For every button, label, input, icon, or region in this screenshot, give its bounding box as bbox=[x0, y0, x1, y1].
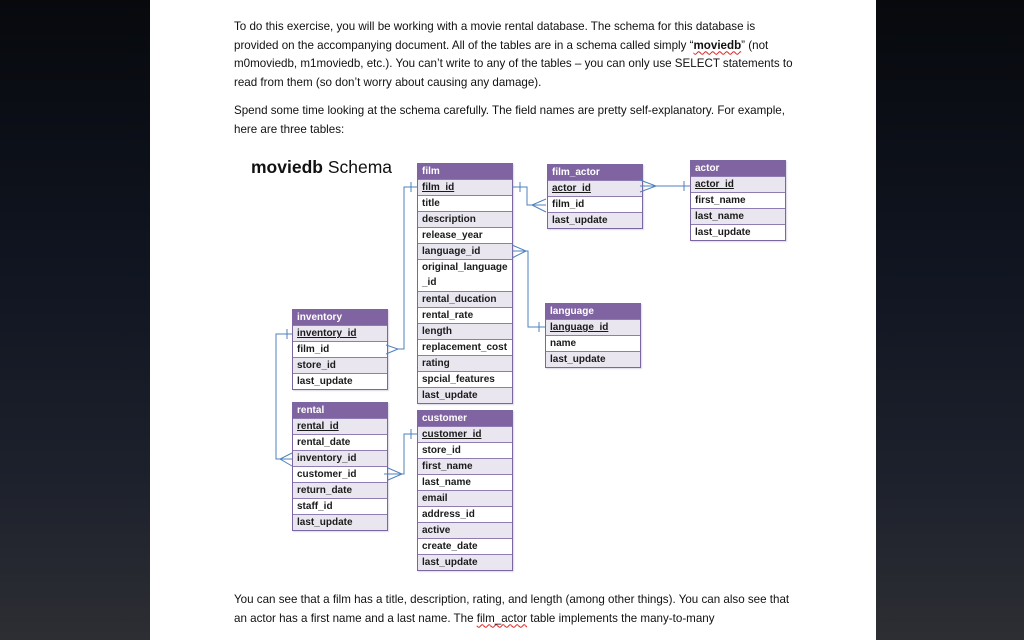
table-header: customer bbox=[418, 411, 512, 426]
schema-title: moviedb Schema bbox=[251, 157, 392, 178]
intro-paragraph: To do this exercise, you will be working… bbox=[234, 18, 794, 92]
table-field: last_name bbox=[691, 208, 785, 224]
table-field: film_id bbox=[548, 196, 642, 212]
table-header: film_actor bbox=[548, 165, 642, 180]
table-field: release_year bbox=[418, 227, 512, 243]
table-field: rating bbox=[418, 355, 512, 371]
table-actor: actor actor_id first_name last_name last… bbox=[690, 160, 786, 241]
table-field: rental_date bbox=[293, 434, 387, 450]
film-actor-word: film_actor bbox=[476, 611, 528, 625]
table-header: rental bbox=[293, 403, 387, 418]
table-field: rental_rate bbox=[418, 307, 512, 323]
table-customer: customer customer_id store_id first_name… bbox=[417, 410, 513, 571]
table-field: staff_id bbox=[293, 498, 387, 514]
table-field: last_update bbox=[418, 387, 512, 403]
table-field: original_language _id bbox=[418, 259, 512, 291]
table-field: first_name bbox=[691, 192, 785, 208]
table-field: last_name bbox=[418, 474, 512, 490]
table-field: actor_id bbox=[691, 176, 785, 192]
table-field: active bbox=[418, 522, 512, 538]
table-field: last_update bbox=[293, 373, 387, 389]
table-field: language_id bbox=[418, 243, 512, 259]
table-field: length bbox=[418, 323, 512, 339]
table-language: language language_id name last_update bbox=[545, 303, 641, 368]
table-field: spcial_features bbox=[418, 371, 512, 387]
document-page: To do this exercise, you will be working… bbox=[150, 0, 876, 640]
table-field: return_date bbox=[293, 482, 387, 498]
table-field: customer_id bbox=[418, 426, 512, 442]
schema-title-rest: Schema bbox=[322, 157, 393, 177]
table-field: create_date bbox=[418, 538, 512, 554]
table-header: language bbox=[546, 304, 640, 319]
table-field: last_update bbox=[691, 224, 785, 240]
table-field: name bbox=[546, 335, 640, 351]
table-field: customer_id bbox=[293, 466, 387, 482]
table-field: description bbox=[418, 211, 512, 227]
table-header: actor bbox=[691, 161, 785, 176]
closing-paragraph: You can see that a film has a title, des… bbox=[234, 591, 804, 628]
table-field: rental_ducation bbox=[418, 291, 512, 307]
table-field: address_id bbox=[418, 506, 512, 522]
table-rental: rental rental_id rental_date inventory_i… bbox=[292, 402, 388, 531]
table-field: email bbox=[418, 490, 512, 506]
table-field: actor_id bbox=[548, 180, 642, 196]
table-field: inventory_id bbox=[293, 325, 387, 341]
second-paragraph: Spend some time looking at the schema ca… bbox=[234, 104, 785, 136]
table-field: film_id bbox=[418, 179, 512, 195]
table-field: film_id bbox=[293, 341, 387, 357]
schema-title-bold: moviedb bbox=[251, 157, 323, 177]
table-field: last_update bbox=[293, 514, 387, 530]
closing-text-2: table implements the many-to-many bbox=[527, 611, 715, 625]
table-inventory: inventory inventory_id film_id store_id … bbox=[292, 309, 388, 390]
table-film-actor: film_actor actor_id film_id last_update bbox=[547, 164, 643, 229]
table-field: store_id bbox=[418, 442, 512, 458]
table-header: inventory bbox=[293, 310, 387, 325]
table-field: replacement_cost bbox=[418, 339, 512, 355]
table-field: store_id bbox=[293, 357, 387, 373]
table-field: inventory_id bbox=[293, 450, 387, 466]
table-field: last_update bbox=[418, 554, 512, 570]
intro-text-1: To do this exercise, you will be working… bbox=[234, 20, 756, 52]
table-field: language_id bbox=[546, 319, 640, 335]
table-film: film film_id title description release_y… bbox=[417, 163, 513, 404]
table-header: film bbox=[418, 164, 512, 179]
table-field: last_update bbox=[546, 351, 640, 367]
table-field: title bbox=[418, 195, 512, 211]
table-field: first_name bbox=[418, 458, 512, 474]
table-field: rental_id bbox=[293, 418, 387, 434]
table-field: last_update bbox=[548, 212, 642, 228]
schema-name-text: moviedb bbox=[693, 38, 742, 52]
